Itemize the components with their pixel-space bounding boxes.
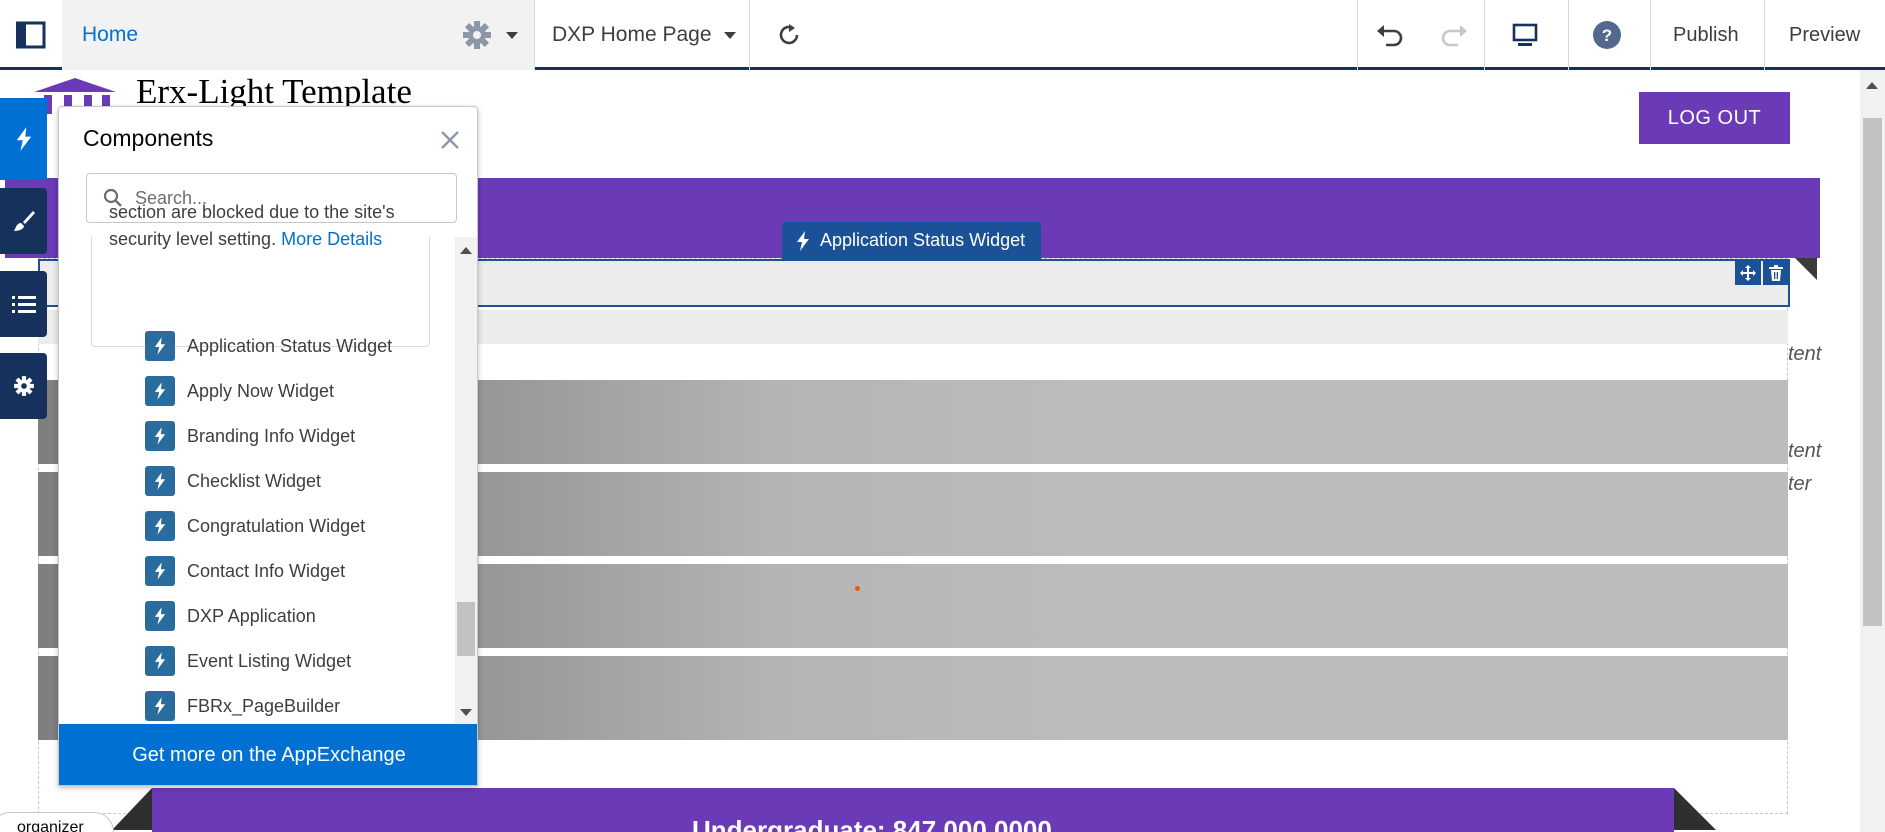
components-rail-button[interactable] <box>0 98 47 180</box>
refresh-icon <box>779 24 799 45</box>
organizer-label: organizer <box>17 819 84 832</box>
component-label: Apply Now Widget <box>187 380 335 401</box>
page-structure-rail-button[interactable] <box>0 271 47 337</box>
gear-icon <box>463 21 491 49</box>
list-item[interactable]: DXP Application <box>145 596 316 636</box>
component-label: Application Status Widget <box>187 335 393 356</box>
component-label: FBRx_PageBuilder <box>187 695 341 716</box>
list-item[interactable]: Checklist Widget <box>145 461 321 501</box>
theme-rail-button[interactable] <box>0 188 47 254</box>
lightning-icon <box>797 230 809 251</box>
component-label: Contact Info Widget <box>187 560 346 581</box>
more-details-link[interactable]: More Details <box>281 229 382 249</box>
scroll-up-icon[interactable] <box>1866 82 1878 89</box>
svg-text:?: ? <box>1602 26 1612 45</box>
footer-contact: Undergraduate: 847.000.0000 <box>692 815 1052 832</box>
scrollbar-thumb[interactable] <box>457 602 475 656</box>
components-panel: Components section are blocked due to th… <box>58 106 478 786</box>
page-menu-dropdown[interactable] <box>506 0 520 70</box>
component-toolbar <box>1735 261 1789 285</box>
list-item[interactable]: Event Listing Widget <box>145 641 351 681</box>
redo-button[interactable] <box>1438 0 1472 70</box>
list-item[interactable]: Application Status Widget <box>145 326 392 366</box>
publish-button[interactable]: Publish <box>1673 0 1739 70</box>
clipped-text: ter <box>1788 473 1812 495</box>
scroll-down-icon[interactable] <box>460 709 472 716</box>
panel-scrollbar[interactable] <box>455 237 477 727</box>
clipped-text: tent <box>1788 343 1822 365</box>
redo-icon <box>1441 25 1467 47</box>
logout-button[interactable]: LOG OUT <box>1639 92 1790 144</box>
home-tab-label: Home <box>82 23 139 46</box>
cursor-dot <box>855 586 860 591</box>
settings-rail-button[interactable] <box>0 353 47 419</box>
refresh-button[interactable] <box>775 0 809 70</box>
trash-icon <box>1769 265 1783 281</box>
close-icon[interactable] <box>437 127 463 153</box>
list-item[interactable]: Congratulation Widget <box>145 506 365 546</box>
gear-icon <box>13 376 34 396</box>
organizer-button[interactable]: organizer <box>0 812 114 832</box>
lightning-icon <box>145 601 175 631</box>
list-icon <box>11 296 36 313</box>
selected-component-label: Application Status Widget <box>820 230 1026 250</box>
list-item[interactable]: Branding Info Widget <box>145 416 355 456</box>
page-selector[interactable]: DXP Home Page <box>552 0 736 70</box>
panel-title: Components <box>83 125 214 151</box>
lightning-icon <box>16 127 31 151</box>
undo-button[interactable] <box>1374 0 1408 70</box>
chevron-down-icon <box>506 31 518 39</box>
list-item[interactable]: Contact Info Widget <box>145 551 345 591</box>
selected-component-tab[interactable]: Application Status Widget <box>782 222 1042 259</box>
component-label: Event Listing Widget <box>187 650 352 671</box>
page-selector-label: DXP Home Page <box>552 23 712 46</box>
lightning-icon <box>145 376 175 406</box>
lightning-icon <box>145 691 175 721</box>
component-label: Congratulation Widget <box>187 515 366 536</box>
move-component-button[interactable] <box>1735 261 1761 285</box>
desktop-icon <box>1512 23 1538 46</box>
page-settings-button[interactable] <box>460 18 494 52</box>
page-scrollbar[interactable] <box>1860 70 1885 832</box>
component-label: Branding Info Widget <box>187 425 356 446</box>
preview-button[interactable]: Preview <box>1789 0 1860 70</box>
move-icon <box>1740 265 1756 281</box>
notice-text: section are blocked due to the site's se… <box>109 202 395 249</box>
sidebar-toggle-button[interactable] <box>0 0 62 70</box>
undo-icon <box>1377 25 1403 47</box>
scroll-up-icon[interactable] <box>460 247 472 254</box>
scrollbar-thumb[interactable] <box>1863 118 1882 626</box>
help-icon: ? <box>1593 21 1621 49</box>
lightning-icon <box>145 421 175 451</box>
paintbrush-icon <box>13 211 35 231</box>
help-button[interactable]: ? <box>1592 0 1626 70</box>
appexchange-button[interactable]: Get more on the AppExchange <box>59 724 477 785</box>
delete-component-button[interactable] <box>1763 261 1789 285</box>
lightning-icon <box>145 511 175 541</box>
device-preview-button[interactable] <box>1510 0 1546 70</box>
list-item[interactable]: FBRx_PageBuilder <box>145 686 340 726</box>
layout-icon <box>16 21 46 49</box>
component-label: DXP Application <box>187 605 316 626</box>
component-label: Checklist Widget <box>187 470 322 491</box>
lightning-icon <box>145 646 175 676</box>
lightning-icon <box>145 556 175 586</box>
clipped-text: tent <box>1788 440 1822 462</box>
list-item[interactable]: Apply Now Widget <box>145 371 334 411</box>
builder-toolbar: Home DXP Home Page ? Publish Preview <box>0 0 1885 70</box>
lightning-icon <box>145 466 175 496</box>
lightning-icon <box>145 331 175 361</box>
chevron-down-icon <box>723 31 736 39</box>
